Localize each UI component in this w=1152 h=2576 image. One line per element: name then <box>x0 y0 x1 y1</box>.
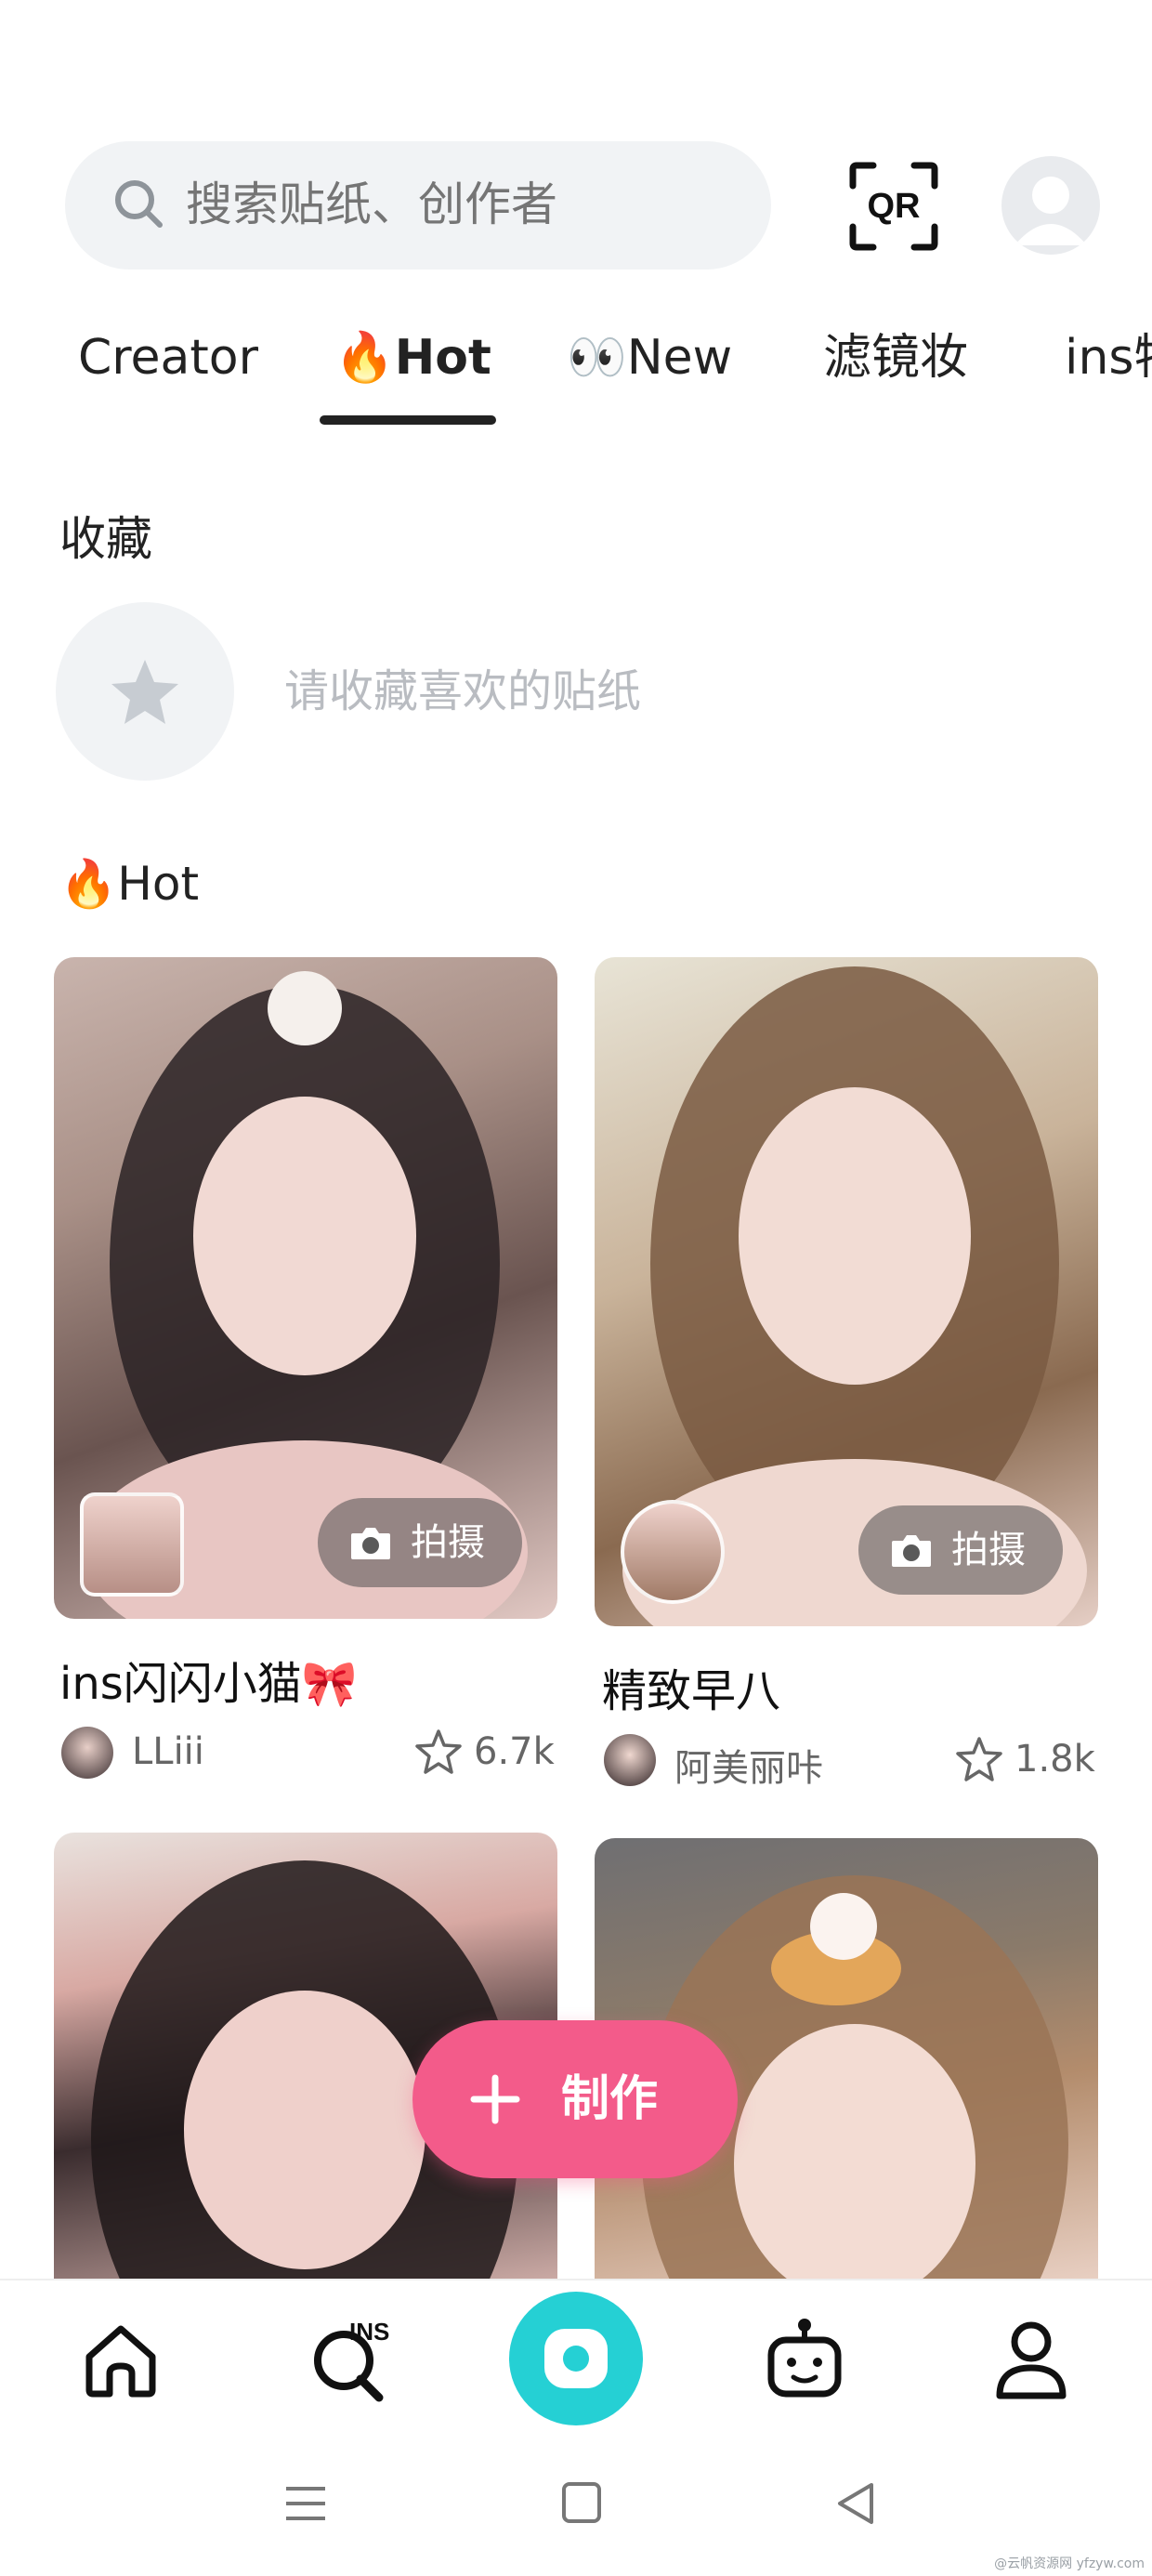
default-avatar-icon <box>1015 177 1087 245</box>
user-avatar[interactable] <box>1001 156 1100 255</box>
favorites-empty-text: 请收藏喜欢的贴纸 <box>284 665 642 717</box>
sticker-title[interactable]: ins闪闪小猫🎀 <box>59 1647 358 1712</box>
tab-hot[interactable]: 🔥Hot <box>334 325 491 390</box>
sticker-card-image[interactable]: 拍摄 <box>54 957 557 1619</box>
tab-new[interactable]: 👀New <box>567 325 732 390</box>
home-square-icon[interactable] <box>561 2481 602 2524</box>
favorite-star-icon[interactable] <box>953 1734 1005 1786</box>
author-avatar[interactable] <box>604 1734 656 1786</box>
tab-filter-makeup[interactable]: 滤镜妆 <box>823 325 968 390</box>
shoot-button[interactable]: 拍摄 <box>858 1505 1063 1595</box>
shoot-label: 拍摄 <box>411 1521 485 1564</box>
camera-shutter-icon <box>544 2329 608 2388</box>
creator-thumbnail <box>621 1500 725 1604</box>
sticker-title[interactable]: 精致早八 <box>602 1654 780 1719</box>
search-input[interactable] <box>186 175 743 234</box>
shoot-button[interactable]: 拍摄 <box>318 1498 522 1587</box>
favorites-placeholder <box>56 602 234 781</box>
like-count: 1.8k <box>1015 1738 1095 1781</box>
search-icon <box>115 180 163 228</box>
creator-thumbnail <box>80 1492 184 1597</box>
back-icon[interactable] <box>834 2481 877 2526</box>
shoot-label: 拍摄 <box>951 1529 1026 1571</box>
author-name[interactable]: LLiii <box>132 1730 204 1773</box>
tab-ins[interactable]: ins特 <box>1065 325 1152 390</box>
menu-icon[interactable] <box>284 2483 327 2524</box>
watermark: @云帆资源网 yfzyw.com <box>994 2556 1145 2571</box>
favorites-title: 收藏 <box>59 512 152 566</box>
camera-icon <box>351 1528 390 1559</box>
ins-search-icon[interactable]: INS <box>303 2312 396 2405</box>
favorite-star-icon[interactable] <box>412 1727 465 1779</box>
system-nav-bar: @云帆资源网 yfzyw.com <box>0 2437 1152 2576</box>
sticker-card-image[interactable]: 拍摄 <box>595 957 1098 1626</box>
qr-scan-button[interactable]: QR <box>845 158 942 255</box>
svg-text:INS: INS <box>349 2318 389 2346</box>
robot-icon[interactable] <box>758 2312 851 2405</box>
plus-icon <box>470 2074 520 2124</box>
create-label: 制作 <box>561 2071 659 2127</box>
home-icon[interactable] <box>74 2312 167 2405</box>
hot-section-title: 🔥Hot <box>59 857 200 911</box>
camera-button[interactable] <box>509 2292 643 2425</box>
like-count: 6.7k <box>474 1730 555 1773</box>
create-button[interactable]: 制作 <box>412 2020 738 2178</box>
profile-icon[interactable] <box>985 2312 1078 2405</box>
tab-indicator <box>320 415 496 425</box>
author-avatar[interactable] <box>61 1727 113 1779</box>
star-icon <box>111 660 178 724</box>
qr-label: QR <box>867 187 921 226</box>
author-name[interactable]: 阿美丽咔 <box>674 1738 823 1792</box>
camera-icon <box>892 1535 931 1567</box>
tab-creator[interactable]: Creator <box>78 325 258 390</box>
